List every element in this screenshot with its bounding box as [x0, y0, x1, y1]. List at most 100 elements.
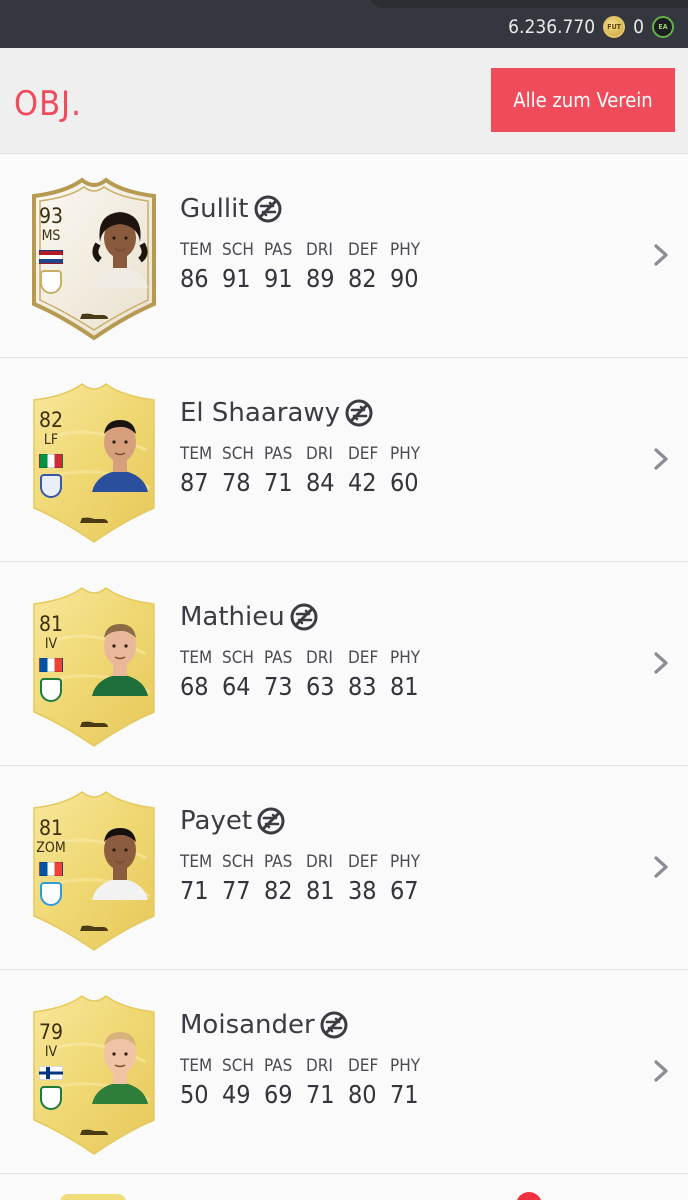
player-row[interactable]: 79 IV Moisander TEM 50 SCH 49 PAS 69 DRI 71 DEF 80 PH… — [0, 970, 688, 1174]
player-card[interactable]: 81 ZOM — [26, 788, 162, 954]
stat-column: SCH 78 — [222, 444, 264, 497]
stat-value: 80 — [348, 1080, 377, 1109]
nation-flag-icon — [39, 658, 63, 672]
coin-balance: 6.236.770 — [508, 16, 596, 38]
untradeable-icon — [344, 398, 374, 428]
player-name: Gullit — [180, 194, 249, 224]
player-card[interactable]: 79 IV — [26, 992, 162, 1158]
player-card[interactable]: 93 MS — [26, 176, 162, 342]
player-name: Payet — [180, 806, 253, 836]
stat-column: SCH 64 — [222, 648, 264, 701]
stat-value: 64 — [222, 672, 251, 701]
stat-value: 60 — [390, 468, 419, 497]
club-badge-icon — [40, 474, 62, 498]
stat-value: 42 — [348, 468, 377, 497]
section-header: OBJ. Alle zum Verein — [0, 48, 688, 154]
card-position: IV — [44, 1044, 58, 1060]
send-all-to-club-button[interactable]: Alle zum Verein — [491, 68, 675, 132]
next-row-partial — [0, 1174, 688, 1200]
boot-icon — [78, 716, 110, 727]
card-rating: 81 — [38, 816, 64, 840]
card-position: IV — [44, 636, 58, 652]
stat-value: 91 — [222, 264, 251, 293]
player-row[interactable]: 93 MS Gullit TEM 86 SCH 91 PAS 91 DRI 89 DEF 82 PHY 90 — [0, 154, 688, 358]
player-name: Mathieu — [180, 602, 285, 632]
stat-column: PHY 71 — [390, 1056, 432, 1109]
player-card[interactable]: 81 IV — [26, 584, 162, 750]
stat-label: PHY — [390, 852, 421, 872]
top-tab-edge — [370, 0, 688, 8]
stat-value: 71 — [180, 876, 209, 905]
player-face — [88, 408, 152, 492]
untradeable-icon — [253, 194, 283, 224]
stat-label: SCH — [222, 240, 254, 260]
boot-icon — [78, 1124, 110, 1135]
boot-icon — [78, 308, 110, 319]
stat-column: DEF 83 — [348, 648, 390, 701]
stat-label: DEF — [348, 1056, 379, 1076]
stat-value: 50 — [180, 1080, 209, 1109]
player-row[interactable]: 81 IV Mathieu TEM 68 SCH 64 PAS 73 DRI 63 DEF 83 PHY 8… — [0, 562, 688, 766]
nation-flag-icon — [39, 1066, 63, 1080]
stat-column: DEF 82 — [348, 240, 390, 293]
chevron-right-icon[interactable] — [650, 1056, 672, 1086]
next-card-edge — [60, 1194, 126, 1200]
nation-flag-icon — [39, 454, 63, 468]
stat-value: 81 — [306, 876, 335, 905]
notification-dot — [516, 1192, 542, 1200]
stat-value: 81 — [390, 672, 419, 701]
player-name: El Shaarawy — [180, 398, 341, 428]
player-face — [88, 204, 152, 288]
stat-label: TEM — [180, 852, 213, 872]
stat-value: 69 — [264, 1080, 293, 1109]
chevron-right-icon[interactable] — [650, 852, 672, 882]
stat-label: DRI — [306, 444, 333, 464]
stat-label: DRI — [306, 648, 333, 668]
stat-label: TEM — [180, 240, 213, 260]
player-row[interactable]: 81 ZOM Payet TEM 71 SCH 77 PAS 82 DRI 81 DEF 38 PHY 67 — [0, 766, 688, 970]
stat-label: SCH — [222, 1056, 254, 1076]
player-stats: TEM 50 SCH 49 PAS 69 DRI 71 DEF 80 PHY 71 — [180, 1056, 432, 1109]
stat-column: SCH 49 — [222, 1056, 264, 1109]
player-stats: TEM 71 SCH 77 PAS 82 DRI 81 DEF 38 PHY 67 — [180, 852, 432, 905]
player-face — [88, 1020, 152, 1104]
club-badge-icon — [40, 678, 62, 702]
stat-column: DEF 42 — [348, 444, 390, 497]
stat-column: DRI 84 — [306, 444, 348, 497]
stat-value: 73 — [264, 672, 293, 701]
stat-value: 71 — [264, 468, 293, 497]
stat-column: TEM 71 — [180, 852, 222, 905]
stat-column: DRI 71 — [306, 1056, 348, 1109]
stat-value: 91 — [264, 264, 293, 293]
player-face — [88, 816, 152, 900]
player-name-line: Mathieu — [180, 602, 319, 632]
stat-column: TEM 68 — [180, 648, 222, 701]
chevron-right-icon[interactable] — [650, 240, 672, 270]
player-name-line: El Shaarawy — [180, 398, 374, 428]
stat-label: PHY — [390, 1056, 421, 1076]
player-name-line: Moisander — [180, 1010, 349, 1040]
chevron-right-icon[interactable] — [650, 444, 672, 474]
stat-column: PAS 69 — [264, 1056, 306, 1109]
stat-label: PAS — [264, 852, 293, 872]
stat-value: 82 — [348, 264, 377, 293]
fut-coin-icon: FUT — [603, 16, 626, 38]
stat-column: DRI 63 — [306, 648, 348, 701]
player-card[interactable]: 82 LF — [26, 380, 162, 546]
player-name-line: Payet — [180, 806, 286, 836]
untradeable-icon — [319, 1010, 349, 1040]
card-position: ZOM — [36, 840, 66, 856]
currency-display: 6.236.770 FUT 0 EA — [508, 16, 674, 38]
chevron-right-icon[interactable] — [650, 648, 672, 678]
untradeable-icon — [289, 602, 319, 632]
card-rating: 79 — [38, 1020, 64, 1044]
stat-value: 71 — [390, 1080, 419, 1109]
player-name: Moisander — [180, 1010, 315, 1040]
stat-value: 82 — [264, 876, 293, 905]
player-row[interactable]: 82 LF El Shaarawy TEM 87 SCH 78 PAS 71 DRI 84 DEF 42… — [0, 358, 688, 562]
stat-value: 49 — [222, 1080, 251, 1109]
player-list: 93 MS Gullit TEM 86 SCH 91 PAS 91 DRI 89 DEF 82 PHY 90… — [0, 154, 688, 1174]
stat-value: 63 — [306, 672, 335, 701]
stat-column: PAS 71 — [264, 444, 306, 497]
stat-column: PHY 60 — [390, 444, 432, 497]
